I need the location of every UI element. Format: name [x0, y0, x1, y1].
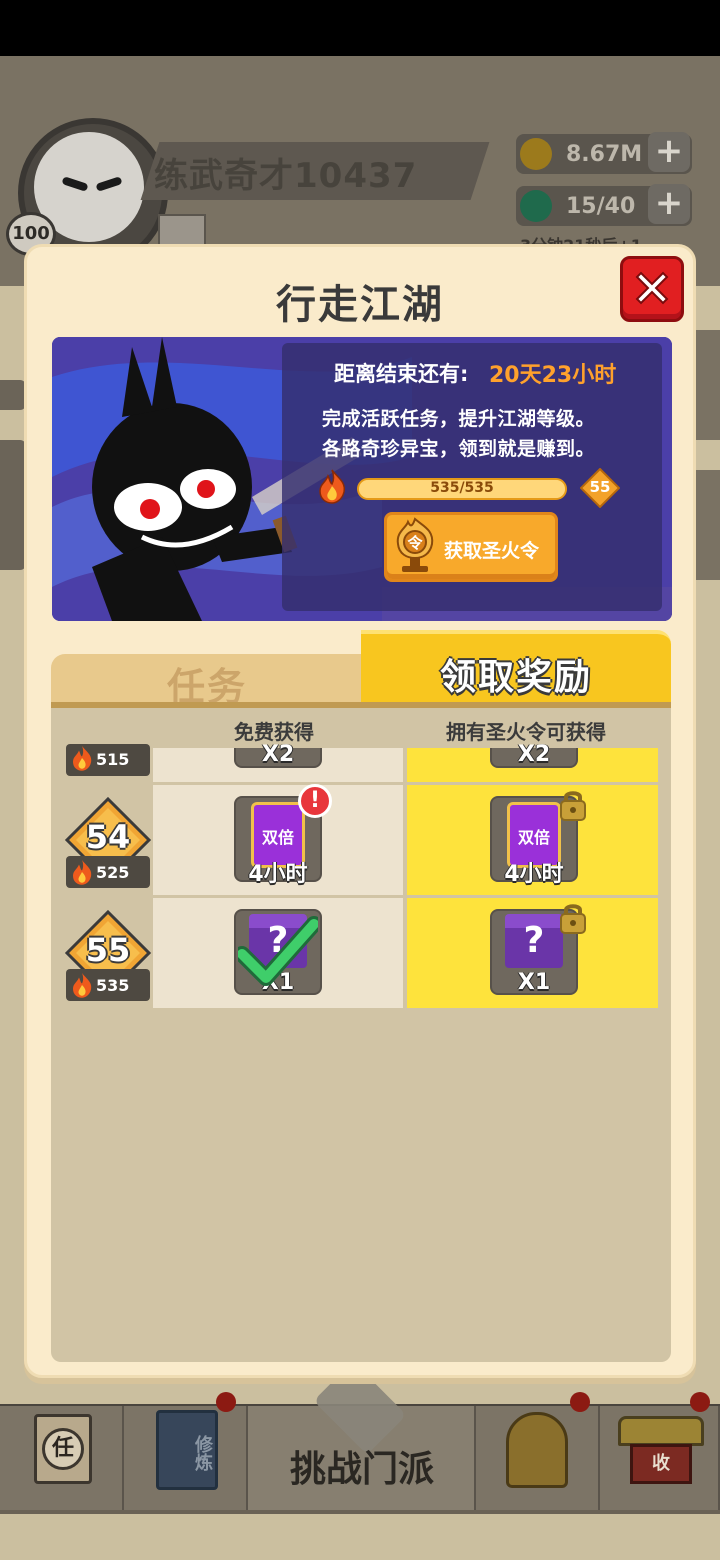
flame-icon: [73, 973, 92, 998]
notification-dot: [570, 1392, 590, 1412]
current-level: 55: [589, 478, 611, 496]
add-energy-button[interactable]: +: [648, 184, 690, 224]
nav-collect-label: 收: [630, 1444, 692, 1484]
points-required: 525: [96, 863, 130, 882]
close-button[interactable]: [620, 256, 684, 322]
token-icon-glyph: 令: [407, 534, 423, 552]
level-progress-text: 535/535: [430, 480, 494, 496]
notification-dot: [690, 1392, 710, 1412]
book-icon: 修炼: [156, 1410, 218, 1490]
column-header-premium: 拥有圣火令可获得: [446, 720, 606, 744]
pavilion-icon: [618, 1416, 704, 1446]
reward-qty: 4小时: [248, 862, 308, 887]
points-required: 515: [96, 750, 130, 769]
status-bar: [0, 0, 720, 56]
flame-icon: [319, 469, 346, 504]
reward-qty: X2: [517, 742, 551, 767]
event-description-line2: 各路奇珍异宝，领到就是赚到。: [322, 438, 596, 460]
helmet-icon: [506, 1412, 568, 1488]
alert-icon: !: [298, 784, 332, 818]
side-tab[interactable]: [0, 380, 26, 410]
reward-card-title: 双倍: [517, 828, 550, 847]
event-description-line1: 完成活跃任务，提升江湖等级。: [322, 408, 596, 430]
flame-icon: [73, 860, 92, 885]
lock-icon: [560, 904, 586, 934]
nav-task-label: 任: [42, 1428, 84, 1470]
reward-qty: X2: [261, 742, 295, 767]
reward-qty: X1: [517, 970, 551, 995]
add-gold-button[interactable]: +: [648, 132, 690, 172]
modal-title: 行走江湖: [276, 282, 444, 328]
column-header-free: 免费获得: [234, 720, 314, 744]
close-icon: [635, 271, 669, 305]
level-number: 55: [85, 931, 131, 969]
energy-amount: 15/40: [566, 194, 636, 219]
notification-dot: [216, 1392, 236, 1412]
mystery-symbol: ?: [523, 920, 545, 961]
tab-reward-label: 领取奖励: [439, 657, 592, 698]
gold-amount: 8.67M: [566, 142, 643, 167]
side-tab[interactable]: [0, 440, 26, 570]
nav-challenge-label: 挑战门派: [289, 1449, 434, 1490]
energy-gem-icon: [520, 190, 552, 222]
gold-coin-icon: [520, 138, 552, 170]
flame-icon: [73, 746, 92, 771]
player-name: 练武奇才10437: [154, 156, 418, 196]
get-button-label: 获取圣火令: [444, 540, 540, 562]
reward-card-title: 双倍: [261, 828, 294, 847]
reward-qty: 4小时: [504, 862, 564, 887]
points-required: 535: [96, 976, 130, 995]
countdown-value: 20天23小时: [489, 363, 617, 388]
checkmark-icon: [238, 916, 318, 986]
level-number: 54: [85, 818, 131, 856]
countdown-label: 距离结束还有:: [334, 362, 469, 386]
lock-icon: [560, 791, 586, 821]
